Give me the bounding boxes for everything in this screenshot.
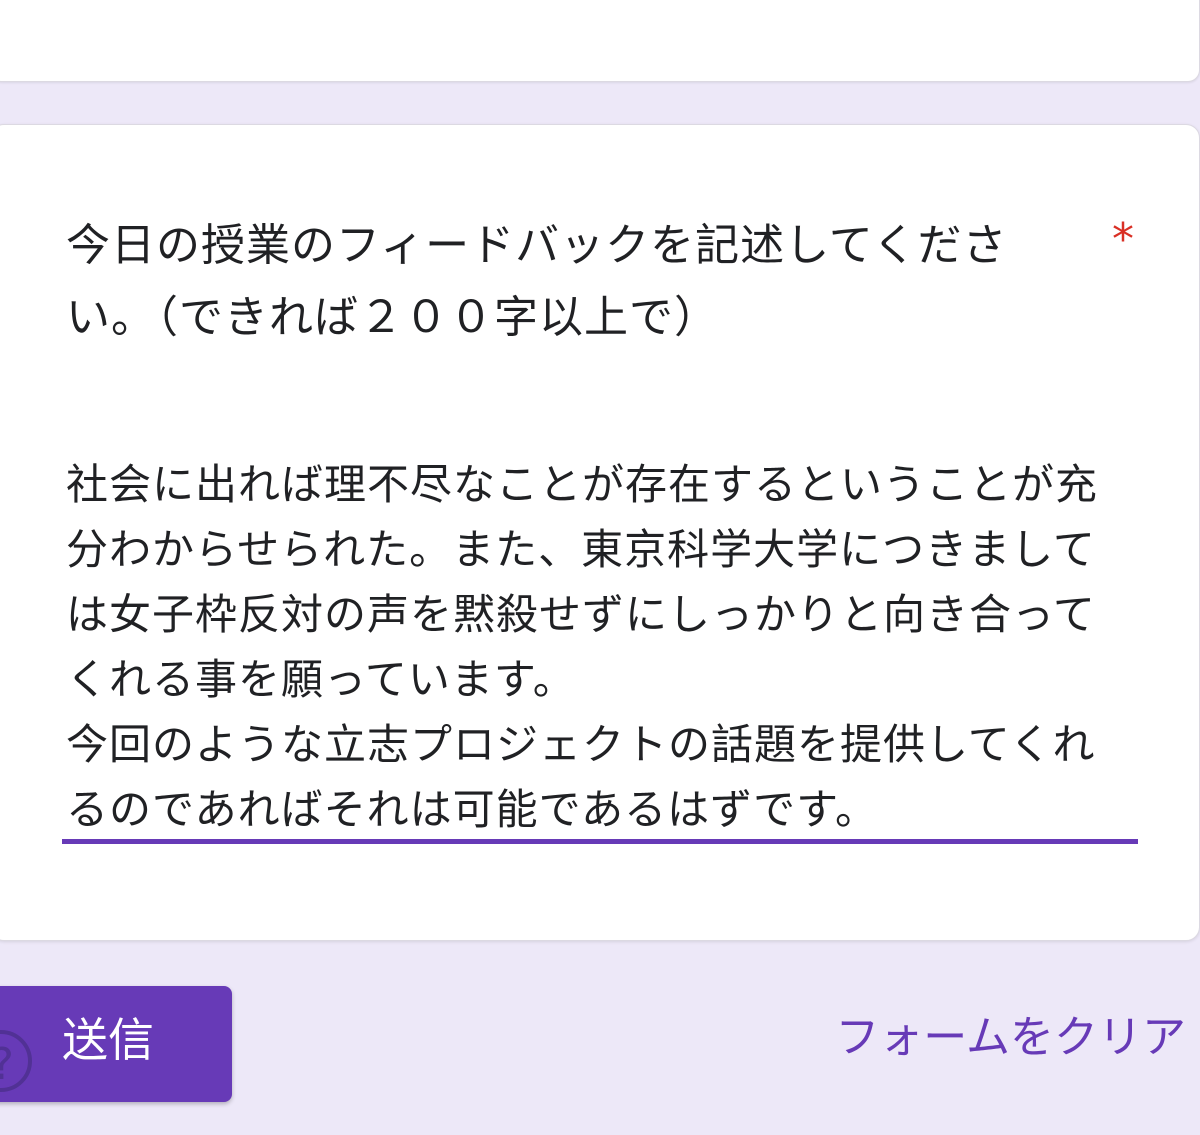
required-asterisk: * — [1112, 214, 1134, 265]
answer-textarea[interactable]: 社会に出れば理不尽なことが存在するということが充分わからせられた。また、東京科学… — [66, 452, 1136, 842]
answer-focus-underline — [62, 839, 1138, 844]
submit-button-label: 送信 — [62, 1013, 154, 1067]
clear-form-link[interactable]: フォームをクリア — [835, 1010, 1186, 1066]
previous-question-card — [0, 0, 1200, 82]
question-title: 今日の授業のフィードバックを記述してください。（できれば２００字以上で） — [66, 220, 1008, 343]
